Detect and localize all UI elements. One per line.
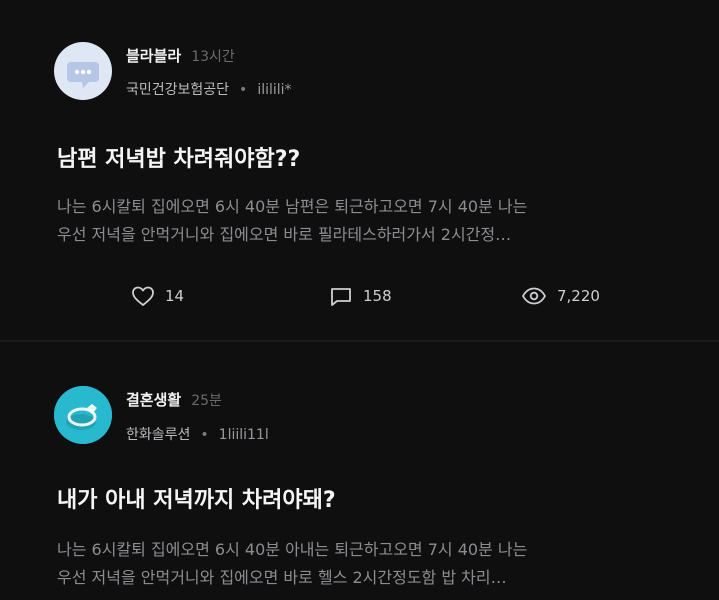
post-author[interactable]: 블라블라 13시간	[126, 45, 235, 66]
company-name: 한화솔루션	[126, 427, 191, 443]
post-card[interactable]: 결혼생활 25분 한화솔루션 • 1liili11l 내가 아내 저녁까지 차려야돼?…	[0, 342, 719, 600]
meta-separator: •	[200, 427, 209, 443]
comment-icon	[331, 288, 351, 306]
post-title[interactable]: 내가 아내 저녁까지 차려야돼?	[57, 482, 336, 514]
preview-line: 우선 저녁을 안먹거니와 집에오면 바로 필라테스하러가서 2시간정…	[57, 225, 512, 244]
view-count: 7,220	[557, 287, 600, 305]
post-author[interactable]: 결혼생활 25분	[126, 389, 222, 410]
author-meta: 국민건강보험공단 • ililili*	[126, 79, 292, 99]
comment-count: 158	[363, 287, 392, 305]
like-button[interactable]: 14	[131, 282, 184, 310]
avatar[interactable]	[54, 386, 112, 444]
post-title[interactable]: 남편 저녁밥 차려줘야함??	[57, 141, 300, 173]
post-preview[interactable]: 나는 6시칼퇴 집에오면 6시 40분 아내는 퇴근하고오면 7시 40분 나는…	[57, 536, 677, 592]
view-stat: 7,220	[521, 282, 600, 310]
author-name[interactable]: 결혼생활	[126, 391, 181, 409]
chat-bubble-icon	[67, 62, 99, 88]
author-meta: 한화솔루션 • 1liili11l	[126, 424, 269, 444]
author-name[interactable]: 블라블라	[126, 47, 181, 65]
preview-line: 나는 6시칼퇴 집에오면 6시 40분 아내는 퇴근하고오면 7시 40분 나는	[57, 540, 528, 559]
preview-line: 나는 6시칼퇴 집에오면 6시 40분 남편은 퇴근하고오면 7시 40분 나는	[57, 197, 528, 216]
heart-icon	[132, 286, 154, 306]
post-card[interactable]: 블라블라 13시간 국민건강보험공단 • ililili* 남편 저녁밥 차려줘야함?…	[0, 0, 719, 340]
post-time: 13시간	[191, 49, 235, 65]
author-handle: ililili*	[257, 82, 292, 98]
post-preview[interactable]: 나는 6시칼퇴 집에오면 6시 40분 남편은 퇴근하고오면 7시 40분 나는…	[57, 193, 677, 249]
eye-icon	[522, 287, 546, 305]
like-count: 14	[165, 287, 185, 305]
post-time: 25분	[191, 393, 222, 409]
ring-icon	[54, 386, 112, 444]
author-handle: 1liili11l	[218, 427, 269, 443]
avatar[interactable]	[54, 42, 112, 100]
preview-line: 우선 저녁을 안먹거니와 집에오면 바로 헬스 2시간정도함 밥 차리…	[57, 568, 507, 587]
comment-button[interactable]: 158	[329, 282, 392, 310]
post-stats: 14 158 7,220	[0, 282, 719, 310]
company-name: 국민건강보험공단	[126, 82, 230, 98]
meta-separator: •	[239, 82, 248, 98]
